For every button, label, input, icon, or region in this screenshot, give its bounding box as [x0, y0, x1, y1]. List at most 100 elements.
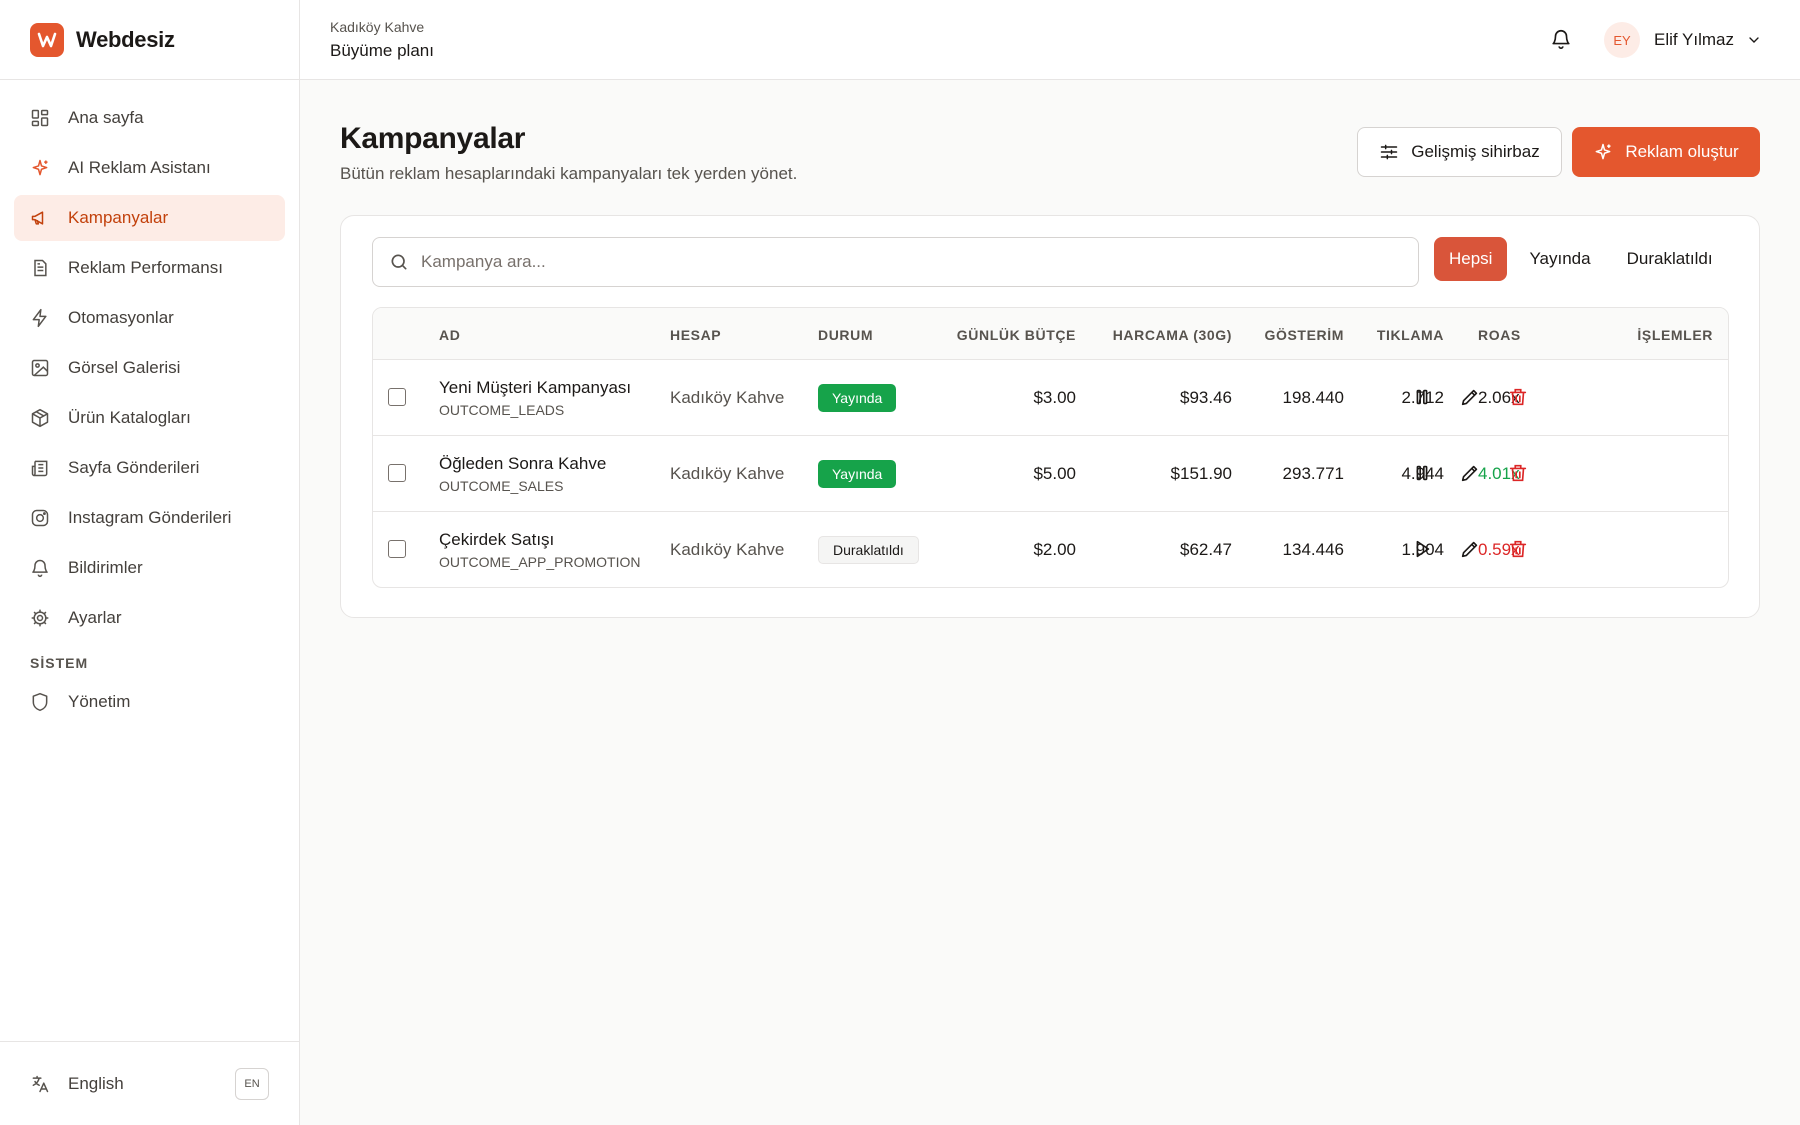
daily-budget-cell: $5.00: [1033, 464, 1076, 483]
sidebar-item-image-gallery[interactable]: Görsel Galerisi: [14, 345, 285, 391]
pause-icon[interactable]: [1411, 462, 1433, 484]
sidebar-item-label: Yönetim: [68, 692, 131, 711]
advanced-wizard-button[interactable]: Gelişmiş sihirbaz: [1357, 127, 1562, 177]
campaign-name-cell: Yeni Müşteri Kampanyası OUTCOME_LEADS: [439, 378, 631, 418]
campaigns-card: Hepsi Yayında Duraklatıldı AD HESAP DURU…: [340, 215, 1760, 618]
create-ad-label: Reklam oluştur: [1625, 142, 1739, 161]
sidebar-item-notifications[interactable]: Bildirimler: [14, 545, 285, 591]
table-row[interactable]: Öğleden Sonra Kahve OUTCOME_SALES Kadıkö…: [373, 436, 1728, 512]
delete-trash-icon[interactable]: [1507, 386, 1529, 408]
edit-pencil-icon[interactable]: [1459, 538, 1481, 560]
page-subtitle: Bütün reklam hesaplarındaki kampanyaları…: [340, 164, 798, 183]
sidebar-item-administration[interactable]: Yönetim: [14, 679, 285, 725]
sidebar-item-product-catalogs[interactable]: Ürün Katalogları: [14, 395, 285, 441]
table-row[interactable]: Yeni Müşteri Kampanyası OUTCOME_LEADS Ka…: [373, 360, 1728, 436]
spend-cell: $93.46: [1180, 388, 1232, 407]
column-header-name[interactable]: AD: [439, 327, 460, 343]
column-header-spend[interactable]: HARCAMA (30G): [1113, 327, 1232, 343]
campaign-objective: OUTCOME_SALES: [439, 478, 564, 494]
sidebar-item-label: AI Reklam Asistanı: [68, 158, 211, 177]
sidebar-item-label: Reklam Performansı: [68, 258, 223, 277]
account-cell: Kadıköy Kahve: [670, 464, 785, 483]
campaign-name[interactable]: Öğleden Sonra Kahve: [439, 454, 606, 474]
advanced-wizard-label: Gelişmiş sihirbaz: [1411, 142, 1540, 161]
sidebar-section-label: SİSTEM: [30, 655, 89, 671]
play-icon[interactable]: [1411, 538, 1433, 560]
campaign-name[interactable]: Yeni Müşteri Kampanyası: [439, 378, 631, 398]
filter-live[interactable]: Yayında: [1515, 237, 1604, 281]
column-header-roas[interactable]: ROAS: [1478, 327, 1521, 343]
lightning-icon: [32, 308, 47, 328]
sidebar-item-ad-performance[interactable]: Reklam Performansı: [14, 245, 285, 291]
row-checkbox[interactable]: [388, 464, 406, 482]
sidebar-item-campaigns[interactable]: Kampanyalar: [14, 195, 285, 241]
status-badge: Duraklatıldı: [818, 536, 919, 564]
column-header-impressions[interactable]: GÖSTERİM: [1265, 327, 1344, 343]
impressions-cell: 293.771: [1282, 464, 1344, 483]
spend-cell: $151.90: [1170, 464, 1232, 483]
avatar: EY: [1604, 22, 1640, 58]
filter-paused[interactable]: Duraklatıldı: [1613, 237, 1727, 281]
delete-trash-icon[interactable]: [1507, 538, 1529, 560]
notifications-bell-icon[interactable]: [1550, 28, 1572, 50]
breadcrumb-plan: Büyüme planı: [330, 41, 434, 60]
sidebar-item-label: Sayfa Gönderileri: [68, 458, 200, 477]
status-filters: Hepsi Yayında Duraklatıldı: [1434, 237, 1735, 281]
logo[interactable]: Webdesiz: [0, 0, 299, 80]
campaign-name-cell: Çekirdek Satışı OUTCOME_APP_PROMOTION: [439, 530, 640, 570]
bell-icon: [32, 559, 48, 578]
dashboard-icon: [31, 109, 49, 127]
campaign-objective: OUTCOME_LEADS: [439, 402, 565, 418]
daily-budget-cell: $2.00: [1033, 540, 1076, 559]
delete-trash-icon[interactable]: [1507, 462, 1529, 484]
newspaper-icon: [31, 460, 48, 477]
column-header-account[interactable]: HESAP: [670, 327, 721, 343]
user-name: Elif Yılmaz: [1654, 30, 1734, 49]
sidebar-item-settings[interactable]: Ayarlar: [14, 595, 285, 641]
table-row[interactable]: Çekirdek Satışı OUTCOME_APP_PROMOTION Ka…: [373, 512, 1728, 587]
column-header-daily-budget[interactable]: GÜNLÜK BÜTÇE: [957, 327, 1076, 343]
shield-icon: [32, 692, 48, 712]
sidebar-item-label: Otomasyonlar: [68, 308, 174, 327]
sliders-icon: [1381, 144, 1398, 160]
column-header-clicks[interactable]: TIKLAMA: [1377, 327, 1444, 343]
breadcrumb-account[interactable]: Kadıköy Kahve: [330, 19, 424, 35]
daily-budget-cell: $3.00: [1033, 388, 1076, 407]
row-checkbox[interactable]: [388, 540, 406, 558]
brand-name: Webdesiz: [76, 26, 175, 52]
sidebar-item-label: Görsel Galerisi: [68, 358, 181, 377]
impressions-cell: 134.446: [1282, 540, 1344, 559]
sidebar-item-label: Ayarlar: [68, 608, 122, 627]
filter-all[interactable]: Hepsi: [1434, 237, 1508, 281]
language-switcher[interactable]: English EN: [0, 1041, 299, 1125]
instagram-icon: [31, 509, 49, 527]
sidebar-item-label: Bildirimler: [68, 558, 143, 577]
edit-pencil-icon[interactable]: [1459, 386, 1481, 408]
account-cell: Kadıköy Kahve: [670, 388, 785, 407]
campaign-name[interactable]: Çekirdek Satışı: [439, 530, 640, 550]
search-input[interactable]: [421, 252, 1401, 272]
sidebar-item-instagram-posts[interactable]: Instagram Gönderileri: [14, 495, 285, 541]
create-ad-button[interactable]: Reklam oluştur: [1572, 127, 1760, 177]
sidebar-nav: Ana sayfa AI Reklam Asistanı Kampanyalar…: [0, 80, 299, 725]
edit-pencil-icon[interactable]: [1459, 462, 1481, 484]
column-header-status[interactable]: DURUM: [818, 327, 873, 343]
sidebar-item-ai-assistant[interactable]: AI Reklam Asistanı: [14, 145, 285, 191]
image-icon: [31, 359, 49, 377]
sparkles-icon: [1595, 143, 1611, 160]
gear-icon: [31, 609, 49, 627]
user-menu[interactable]: EY Elif Yılmaz: [1604, 22, 1762, 58]
sidebar-item-label: Kampanyalar: [68, 208, 169, 227]
account-cell: Kadıköy Kahve: [670, 540, 785, 559]
sidebar-item-label: Ana sayfa: [68, 108, 144, 127]
sidebar-item-automations[interactable]: Otomasyonlar: [14, 295, 285, 341]
sidebar-item-page-posts[interactable]: Sayfa Gönderileri: [14, 445, 285, 491]
impressions-cell: 198.440: [1282, 388, 1344, 407]
sidebar: Webdesiz Ana sayfa AI Reklam Asistanı Ka…: [0, 0, 300, 1125]
row-checkbox[interactable]: [388, 388, 406, 406]
search-box[interactable]: [372, 237, 1419, 287]
pause-icon[interactable]: [1411, 386, 1433, 408]
sidebar-item-home[interactable]: Ana sayfa: [14, 95, 285, 141]
status-badge: Yayında: [818, 460, 897, 488]
box-icon: [31, 408, 49, 428]
